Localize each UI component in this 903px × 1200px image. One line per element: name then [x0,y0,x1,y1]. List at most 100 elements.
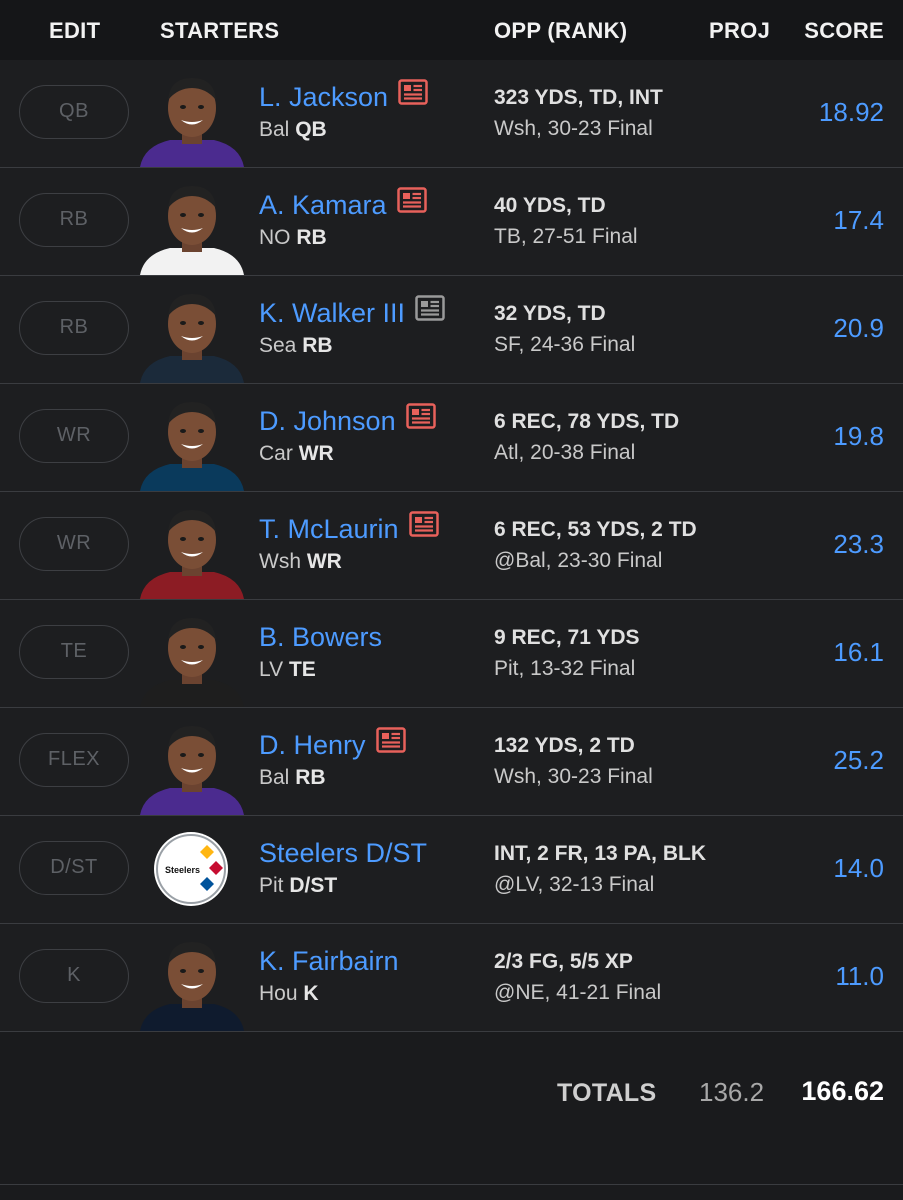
news-icon[interactable] [405,403,436,436]
game-stats: 132 YDS, 2 TD [494,734,635,757]
game-stats: 40 YDS, TD [494,194,606,217]
team-abbrev: Hou [259,982,298,1005]
score-column-header: SCORE [804,18,884,43]
team-abbrev: Pit [259,874,284,897]
player-name[interactable]: K. Fairbairn [259,946,399,976]
game-result: Wsh, 30-23 Final [494,117,653,140]
game-result: @NE, 41-21 Final [494,981,662,1004]
game-result: @Bal, 23-30 Final [494,549,663,572]
player-name[interactable]: A. Kamara [259,190,387,220]
player-row[interactable]: WR T. McLaurin Wsh WR 6 REC, 53 YDS, 2 TD @B… [0,492,903,600]
lineup-slot-button[interactable]: D/ST [19,841,129,895]
player-name-link[interactable]: D. Henry [259,727,406,761]
team-abbrev: NO [259,226,291,249]
game-stats: 323 YDS, TD, INT [494,86,663,109]
player-row[interactable]: WR D. Johnson Car WR 6 REC, 78 YDS, TD Atl, … [0,384,903,492]
team-abbrev: LV [259,658,284,681]
totals-score: 166.62 [801,1076,884,1106]
news-icon[interactable] [415,295,445,328]
news-icon[interactable] [375,727,406,760]
position-label: D/ST [289,874,338,897]
player-score[interactable]: 14.0 [833,853,884,884]
player-name-link[interactable]: D. Johnson [259,403,436,437]
player-name[interactable]: D. Henry [259,730,366,760]
player-name-link[interactable]: K. Fairbairn [259,946,399,977]
player-score[interactable]: 16.1 [833,637,884,668]
team-abbrev: Bal [259,766,290,789]
lineup-slot-button[interactable]: WR [19,409,129,463]
player-team-position: Bal RB [259,766,326,790]
game-stats: 2/3 FG, 5/5 XP [494,950,633,973]
player-score[interactable]: 20.9 [833,313,884,344]
player-headshot [136,180,248,275]
game-result: Wsh, 30-23 Final [494,765,653,788]
lineup-slot-button[interactable]: WR [19,517,129,571]
game-result: Atl, 20-38 Final [494,441,636,464]
position-label: K [303,982,319,1005]
player-name[interactable]: B. Bowers [259,622,382,652]
game-stats: 6 REC, 53 YDS, 2 TD [494,518,697,541]
player-row[interactable]: QB L. Jackson Bal QB 323 YDS, TD, INT Wsh, 3… [0,60,903,168]
roster-header: EDIT STARTERS OPP (RANK) PROJ SCORE [0,0,903,61]
lineup-slot-button[interactable]: FLEX [19,733,129,787]
news-icon[interactable] [396,187,427,220]
lineup-slot-button[interactable]: K [19,949,129,1003]
game-result: @LV, 32-13 Final [494,873,655,896]
player-row[interactable]: RB K. Walker III Sea RB 32 YDS, TD SF, 24-36… [0,276,903,384]
player-score[interactable]: 11.0 [835,961,884,992]
starters-list: QB L. Jackson Bal QB 323 YDS, TD, INT Wsh, 3… [0,60,903,1032]
player-row[interactable]: K K. Fairbairn Hou K 2/3 FG, 5/5 XP @NE, 41-… [0,924,903,1032]
edit-column-header: EDIT [49,18,101,43]
game-stats: 6 REC, 78 YDS, TD [494,410,680,433]
player-score[interactable]: 17.4 [833,205,884,236]
player-name[interactable]: K. Walker III [259,298,405,328]
player-name-link[interactable]: B. Bowers [259,622,382,653]
player-score[interactable]: 23.3 [833,529,884,560]
player-row[interactable]: RB A. Kamara NO RB 40 YDS, TD TB, 27-51 Fina… [0,168,903,276]
position-label: WR [298,442,334,465]
player-team-position: Wsh WR [259,550,342,574]
player-name[interactable]: D. Johnson [259,406,396,436]
player-name-link[interactable]: T. McLaurin [259,511,439,545]
totals-projected: 136.2 [699,1077,765,1107]
opp-rank-column-header: OPP (RANK) [494,18,628,43]
position-label: RB [295,766,326,789]
player-team-position: Hou K [259,982,319,1006]
player-headshot [136,504,248,599]
totals-label: TOTALS [557,1079,657,1107]
starters-column-header: STARTERS [160,18,280,43]
lineup-slot-button[interactable]: RB [19,301,129,355]
game-stats: 9 REC, 71 YDS [494,626,640,649]
game-stats: INT, 2 FR, 13 PA, BLK [494,842,706,865]
game-result: TB, 27-51 Final [494,225,638,248]
player-score[interactable]: 25.2 [833,745,884,776]
player-name-link[interactable]: K. Walker III [259,295,445,329]
player-name-link[interactable]: Steelers D/ST [259,838,427,869]
game-stats: 32 YDS, TD [494,302,606,325]
lineup-slot-button[interactable]: QB [19,85,129,139]
totals-row: TOTALS 136.2 166.62 [0,1034,903,1185]
player-row[interactable]: D/ST Steelers Steelers D/ST Pit D/ST INT, 2 … [0,816,903,924]
player-row[interactable]: TE B. Bowers LV TE 9 REC, 71 YDS Pit, 13-32 … [0,600,903,708]
player-score[interactable]: 18.92 [819,97,884,128]
player-name-link[interactable]: A. Kamara [259,187,427,221]
news-icon[interactable] [398,79,428,112]
position-label: WR [306,550,342,573]
player-name-link[interactable]: L. Jackson [259,79,428,113]
player-row[interactable]: FLEX D. Henry Bal RB 132 YDS, 2 TD Wsh, 30-2… [0,708,903,816]
player-name[interactable]: T. McLaurin [259,514,399,544]
news-icon[interactable] [408,511,439,544]
player-headshot [136,288,248,383]
player-score[interactable]: 19.8 [833,421,884,452]
proj-column-header: PROJ [709,18,771,43]
team-abbrev: Sea [259,334,297,357]
lineup-slot-button[interactable]: TE [19,625,129,679]
player-headshot [136,396,248,491]
game-result: Pit, 13-32 Final [494,657,636,680]
player-headshot [136,720,248,815]
player-team-position: Car WR [259,442,334,466]
lineup-slot-button[interactable]: RB [19,193,129,247]
player-name[interactable]: L. Jackson [259,82,388,112]
position-label: QB [295,118,327,141]
player-name[interactable]: Steelers D/ST [259,838,427,868]
